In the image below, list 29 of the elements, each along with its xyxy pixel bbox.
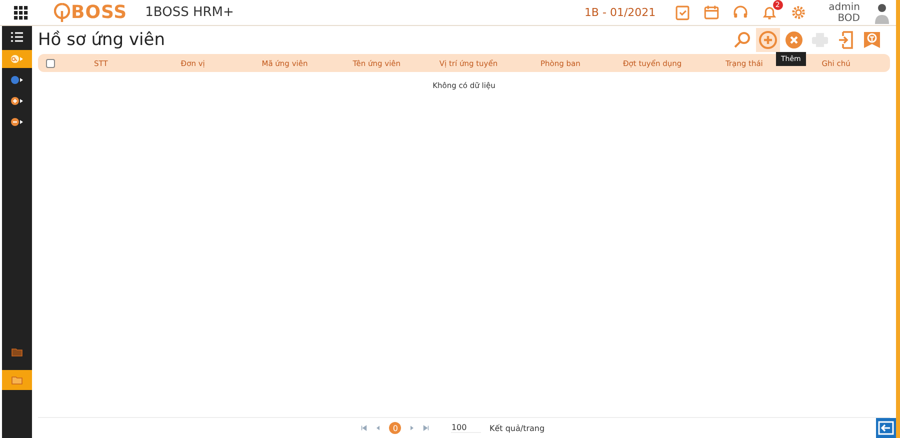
folder-icon — [11, 375, 23, 385]
clipboard-check-icon[interactable] — [674, 4, 691, 21]
add-button[interactable] — [756, 28, 780, 52]
globe-icon — [10, 75, 24, 85]
folder-icon — [11, 347, 23, 357]
calendar-icon[interactable] — [702, 4, 720, 21]
select-all-checkbox[interactable] — [46, 58, 55, 68]
menu-icon[interactable] — [11, 32, 23, 42]
first-page-icon[interactable] — [361, 425, 368, 431]
current-page[interactable]: 0 — [389, 422, 402, 434]
page-size-field[interactable]: 100 — [451, 423, 482, 433]
user-role: BOD — [838, 12, 860, 24]
last-page-icon[interactable] — [423, 425, 430, 431]
settings-icon[interactable] — [790, 4, 807, 21]
logo-icon — [54, 2, 70, 22]
next-page-icon[interactable] — [409, 425, 416, 431]
avatar-icon[interactable] — [872, 2, 892, 24]
apps-grid-icon[interactable] — [14, 6, 28, 20]
page-size-label: Kết quả/trang — [489, 424, 545, 432]
page-title: Hồ sơ ứng viên — [38, 30, 166, 50]
app-name: 1BOSS HRM+ — [145, 5, 234, 20]
previous-page-icon[interactable] — [375, 425, 382, 431]
search-icon — [10, 54, 24, 64]
minus-icon — [10, 117, 24, 127]
user-name: admin — [828, 2, 860, 12]
exit-button[interactable] — [876, 418, 896, 438]
logo-text: BOSS — [71, 2, 128, 23]
plus-icon — [10, 96, 24, 106]
period-label[interactable]: 1B - 01/2021 — [584, 6, 656, 19]
